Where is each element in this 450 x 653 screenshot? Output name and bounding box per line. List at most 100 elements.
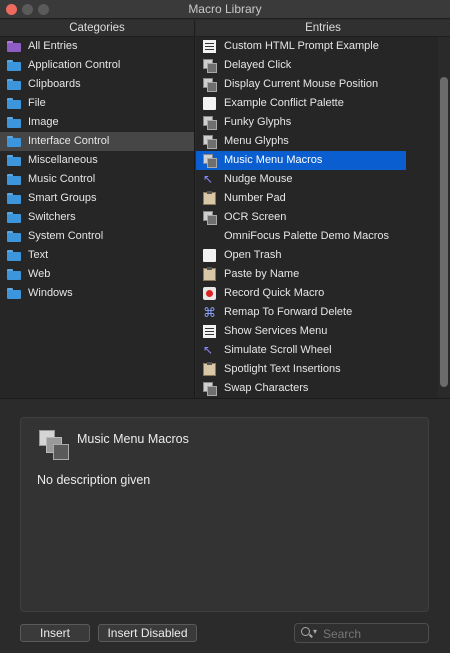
entry-item[interactable]: Funky Glyphs: [196, 113, 406, 132]
document-icon: [203, 97, 216, 110]
category-label: Interface Control: [28, 135, 110, 147]
search-input[interactable]: [321, 625, 425, 643]
category-item[interactable]: System Control: [0, 227, 194, 246]
category-label: Web: [28, 268, 51, 280]
entry-label: OmniFocus Palette Demo Macros: [224, 230, 390, 242]
entry-item[interactable]: Record Quick Macro: [196, 284, 406, 303]
category-label: Miscellaneous: [28, 154, 98, 166]
category-item[interactable]: All Entries: [0, 37, 194, 56]
entries-scrollbar[interactable]: [438, 37, 450, 398]
entry-label: Paste by Name: [224, 268, 300, 280]
window-title: Macro Library: [188, 2, 262, 16]
entry-item[interactable]: Swap Characters: [196, 379, 406, 398]
entry-item[interactable]: Example Conflict Palette: [196, 94, 406, 113]
entry-item[interactable]: ↖ Simulate Scroll Wheel: [196, 341, 406, 360]
entry-label: Display Current Mouse Position: [224, 78, 379, 90]
category-item[interactable]: Text: [0, 246, 194, 265]
folder-icon: [7, 288, 21, 299]
category-label: Windows: [28, 287, 73, 299]
macro-stack-icon: [203, 382, 217, 396]
entry-label: Show Services Menu: [224, 325, 328, 337]
entry-item[interactable]: Paste by Name: [196, 265, 406, 284]
entry-label: Custom HTML Prompt Example: [224, 40, 379, 52]
category-label: Application Control: [28, 59, 121, 71]
folder-icon: [7, 212, 21, 223]
macro-stack-icon: [39, 430, 69, 460]
entry-label: Swap Characters: [224, 382, 309, 394]
clipboard-icon: [203, 362, 216, 376]
scrollbar-thumb[interactable]: [440, 77, 448, 387]
folder-icon: [7, 155, 21, 166]
entry-label: Example Conflict Palette: [224, 97, 344, 109]
title-bar: Macro Library: [0, 0, 450, 19]
macro-stack-icon: [203, 78, 217, 92]
category-label: Music Control: [28, 173, 96, 185]
category-item[interactable]: Smart Groups: [0, 189, 194, 208]
category-item[interactable]: Clipboards: [0, 75, 194, 94]
entry-label: Nudge Mouse: [224, 173, 293, 185]
entry-label: OCR Screen: [224, 211, 287, 223]
search-icon[interactable]: [301, 627, 313, 639]
category-item[interactable]: Interface Control: [0, 132, 194, 151]
entry-item[interactable]: Menu Glyphs: [196, 132, 406, 151]
category-label: Clipboards: [28, 78, 81, 90]
macro-stack-icon: [203, 211, 217, 225]
macro-stack-icon: [203, 116, 217, 130]
entry-label: Music Menu Macros: [224, 154, 323, 166]
category-label: System Control: [28, 230, 104, 242]
categories-header[interactable]: Categories: [0, 20, 195, 37]
category-item[interactable]: Application Control: [0, 56, 194, 75]
search-field[interactable]: ▾: [294, 623, 429, 643]
entry-item[interactable]: ⌘ Remap To Forward Delete: [196, 303, 406, 322]
detail-panel: Music Menu Macros No description given: [20, 417, 429, 612]
divider: [0, 398, 450, 399]
category-item[interactable]: Switchers: [0, 208, 194, 227]
folder-icon: [7, 117, 21, 128]
entry-item[interactable]: Custom HTML Prompt Example: [196, 37, 406, 56]
category-label: Text: [28, 249, 49, 261]
entry-item[interactable]: OCR Screen: [196, 208, 406, 227]
entry-item[interactable]: Spotlight Text Insertions: [196, 360, 406, 379]
category-label: Switchers: [28, 211, 76, 223]
insert-disabled-button[interactable]: Insert Disabled: [98, 624, 197, 642]
entry-label: Menu Glyphs: [224, 135, 289, 147]
list-window-icon: [203, 40, 216, 53]
entry-item[interactable]: Delayed Click: [196, 56, 406, 75]
folder-icon: [7, 250, 21, 261]
entry-label: Delayed Click: [224, 59, 292, 71]
entry-item[interactable]: Display Current Mouse Position: [196, 75, 406, 94]
category-item[interactable]: Image: [0, 113, 194, 132]
category-item[interactable]: Web: [0, 265, 194, 284]
record-icon: [203, 287, 216, 300]
category-item[interactable]: Windows: [0, 284, 194, 303]
folder-icon: [7, 79, 21, 90]
entry-label: Open Trash: [224, 249, 282, 261]
entry-item[interactable]: Open Trash: [196, 246, 406, 265]
mouse-cursor-icon: ↖: [203, 343, 214, 357]
folder-icon: [7, 98, 21, 109]
entries-header[interactable]: Entries: [196, 20, 450, 37]
category-item[interactable]: Miscellaneous: [0, 151, 194, 170]
folder-icon: [7, 136, 21, 147]
clipboard-icon: [203, 267, 216, 281]
entry-label: Record Quick Macro: [224, 287, 325, 299]
chevron-down-icon[interactable]: ▾: [313, 627, 317, 636]
macro-stack-icon: [203, 154, 217, 168]
mouse-cursor-icon: ↖: [203, 172, 214, 186]
entry-item[interactable]: Show Services Menu: [196, 322, 406, 341]
entry-item[interactable]: OmniFocus Palette Demo Macros: [196, 227, 406, 246]
document-icon: [203, 249, 216, 262]
detail-title: Music Menu Macros: [77, 432, 189, 446]
entry-item[interactable]: Music Menu Macros: [196, 151, 406, 170]
category-item[interactable]: Music Control: [0, 170, 194, 189]
macro-stack-icon: [203, 59, 217, 73]
entry-item[interactable]: ↖ Nudge Mouse: [196, 170, 406, 189]
entries-list: Custom HTML Prompt Example Delayed Click D…: [196, 37, 450, 398]
category-item[interactable]: File: [0, 94, 194, 113]
entry-label: Number Pad: [224, 192, 286, 204]
category-label: Smart Groups: [28, 192, 97, 204]
category-label: File: [28, 97, 46, 109]
entry-item[interactable]: Number Pad: [196, 189, 406, 208]
insert-button[interactable]: Insert: [20, 624, 90, 642]
categories-list: All Entries Application Control Clipboards…: [0, 37, 195, 398]
